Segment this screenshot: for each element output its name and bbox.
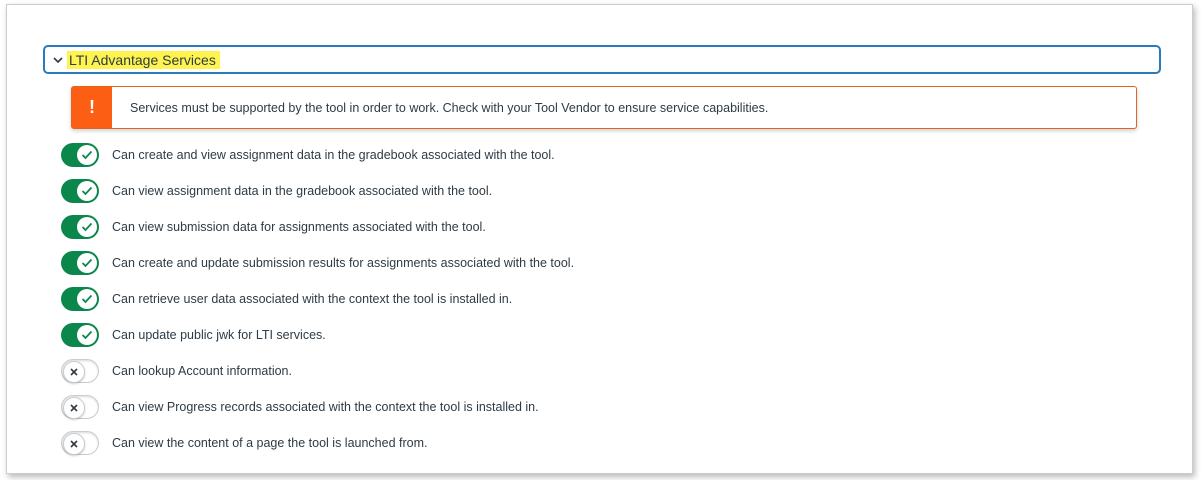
alert-message: Services must be supported by the tool i…: [130, 100, 769, 115]
x-icon: [63, 433, 85, 455]
service-label: Can view the content of a page the tool …: [112, 436, 428, 450]
service-toggle-switch[interactable]: [61, 143, 99, 167]
service-label: Can lookup Account information.: [112, 364, 292, 378]
service-toggle-switch[interactable]: [61, 287, 99, 311]
settings-panel: LTI Advantage Services ! Services must b…: [6, 4, 1193, 474]
service-warning-alert: ! Services must be supported by the tool…: [71, 86, 1137, 129]
lti-advantage-services-toggle[interactable]: LTI Advantage Services: [43, 45, 1161, 74]
service-label: Can retrieve user data associated with t…: [112, 292, 513, 306]
exclamation-icon: !: [72, 87, 112, 128]
service-toggle-row: Can create and update submission results…: [61, 250, 574, 276]
checkmark-icon: [77, 289, 97, 309]
service-toggle-switch[interactable]: [61, 215, 99, 239]
service-label: Can create and update submission results…: [112, 256, 575, 270]
checkmark-icon: [77, 325, 97, 345]
service-toggle-row: Can create and view assignment data in t…: [61, 142, 555, 168]
service-toggle-row: Can view Progress records associated wit…: [61, 394, 539, 420]
checkmark-icon: [77, 217, 97, 237]
chevron-down-icon: [49, 56, 67, 64]
service-toggle-row: Can view submission data for assignments…: [61, 214, 486, 240]
section-title: LTI Advantage Services: [67, 50, 220, 69]
service-toggle-row: Can view the content of a page the tool …: [61, 430, 427, 456]
checkmark-icon: [77, 181, 97, 201]
service-toggle-row: Can view assignment data in the gradeboo…: [61, 178, 492, 204]
service-toggle-switch[interactable]: [61, 251, 99, 275]
service-toggle-switch[interactable]: [61, 359, 99, 383]
service-label: Can view submission data for assignments…: [112, 220, 486, 234]
service-toggle-switch[interactable]: [61, 431, 99, 455]
service-toggle-row: Can lookup Account information.: [61, 358, 292, 384]
x-icon: [63, 397, 85, 419]
service-toggle-switch[interactable]: [61, 179, 99, 203]
service-label: Can view Progress records associated wit…: [112, 400, 539, 414]
checkmark-icon: [77, 253, 97, 273]
service-toggle-row: Can update public jwk for LTI services.: [61, 322, 326, 348]
service-toggle-row: Can retrieve user data associated with t…: [61, 286, 512, 312]
service-label: Can view assignment data in the gradeboo…: [112, 184, 493, 198]
checkmark-icon: [77, 145, 97, 165]
service-toggle-switch[interactable]: [61, 395, 99, 419]
service-label: Can create and view assignment data in t…: [112, 148, 555, 162]
service-toggle-switch[interactable]: [61, 323, 99, 347]
service-label: Can update public jwk for LTI services.: [112, 328, 326, 342]
x-icon: [63, 361, 85, 383]
